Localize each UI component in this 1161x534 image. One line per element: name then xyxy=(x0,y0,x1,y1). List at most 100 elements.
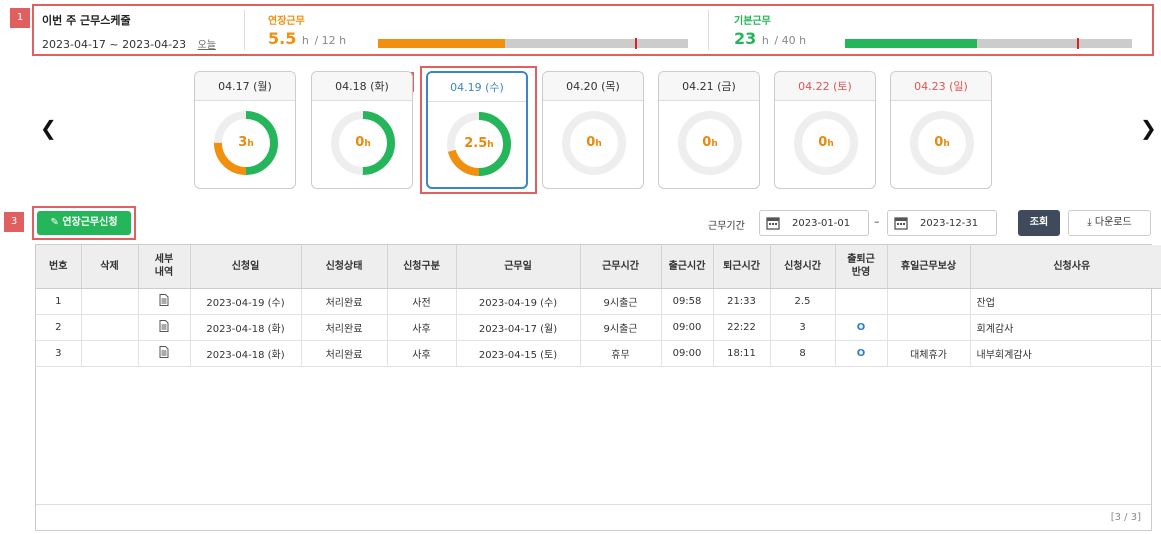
day-card-date: 04.23 (일) xyxy=(891,72,991,101)
table-cell: O xyxy=(835,314,888,341)
day-card[interactable]: 04.17 (월) 3h xyxy=(194,71,296,189)
next-week-arrow-icon[interactable]: ❯ xyxy=(1140,116,1157,140)
table-cell: 2023-04-18 (화) xyxy=(190,314,302,341)
summary-left: 이번 주 근무스케줄 2023-04-17 ~ 2023-04-23 오늘 xyxy=(42,12,242,51)
day-card-date: 04.21 (금) xyxy=(659,72,759,101)
column-header: 근무시간 xyxy=(580,245,662,289)
apply-button-label: 연장근무신청 xyxy=(62,217,118,228)
day-hours-label: 0h xyxy=(675,108,745,178)
table-row[interactable]: 3 2023-04-18 (화) 처리완료 사후 2023-04-15 (토) 휴무 09:… xyxy=(36,340,1161,367)
table-header-row: 번호 삭제 세부 내역 신청일 신청상태 신청구분 근무일 근무시간 출근시간 퇴근시간 신청시간 출퇴… xyxy=(36,245,1161,289)
table-cell: 회계감사 xyxy=(970,314,1161,341)
day-card[interactable]: 04.21 (금) 0h xyxy=(658,71,760,189)
day-hours-label: 0h xyxy=(907,108,977,178)
day-hours-value: 3 xyxy=(238,135,248,150)
basic-label: 기본근무 xyxy=(734,16,771,27)
column-header: 세부 내역 xyxy=(138,245,191,289)
day-hours-value: 0 xyxy=(355,135,365,150)
day-hours-unit: h xyxy=(711,139,718,149)
table-cell: 2023-04-18 (화) xyxy=(190,340,302,367)
basic-limit-marker xyxy=(1077,38,1080,49)
column-header: 근무일 xyxy=(456,245,581,289)
weekly-summary-panel: 이번 주 근무스케줄 2023-04-17 ~ 2023-04-23 오늘 연장… xyxy=(32,4,1154,56)
table-cell: 18:11 xyxy=(713,340,771,367)
table-cell: 09:58 xyxy=(661,288,714,315)
day-hours-label: 0h xyxy=(791,108,861,178)
day-card[interactable]: 04.23 (일) 0h xyxy=(890,71,992,189)
day-card[interactable]: 04.20 (목) 0h xyxy=(542,71,644,189)
today-link[interactable]: 오늘 xyxy=(198,40,216,51)
table-cell: 09:00 xyxy=(661,314,714,341)
table-row[interactable]: 2 2023-04-18 (화) 처리완료 사후 2023-04-17 (월) 9시출근 0… xyxy=(36,314,1161,341)
day-card-date: 04.22 (토) xyxy=(775,72,875,101)
download-button[interactable]: ⤓ 다운로드 xyxy=(1068,210,1151,236)
day-card-date: 04.18 (화) xyxy=(312,72,412,101)
table-cell: 처리완료 xyxy=(301,314,388,341)
day-hours-value: 0 xyxy=(586,135,596,150)
day-hours-label: 3h xyxy=(211,108,281,178)
table-cell: 2.5 xyxy=(770,288,836,315)
column-header: 휴일근무보상 xyxy=(887,245,971,289)
column-header: 번호 xyxy=(36,245,82,289)
table-cell: 2023-04-19 (수) xyxy=(456,288,581,315)
table-cell: 처리완료 xyxy=(301,340,388,367)
date-from-value: 2023-01-01 xyxy=(792,218,851,229)
basic-total: / 40 h xyxy=(774,34,807,47)
table-cell: O xyxy=(835,340,888,367)
detail-document-icon[interactable] xyxy=(138,288,191,315)
download-icon: ⤓ xyxy=(1087,217,1092,228)
table-body: 1 2023-04-19 (수) 처리완료 사전 2023-04-19 (수) 9시출근 0… xyxy=(36,288,1161,367)
table-cell: 사전 xyxy=(387,288,457,315)
column-header: 출퇴근 반영 xyxy=(835,245,888,289)
day-hours-unit: h xyxy=(247,139,254,149)
detail-document-icon[interactable] xyxy=(138,340,191,367)
day-card[interactable]: 04.22 (토) 0h xyxy=(774,71,876,189)
table-cell: 사후 xyxy=(387,340,457,367)
table-cell: 9시출근 xyxy=(580,288,662,315)
work-period-label: 근무기간 xyxy=(708,221,745,232)
search-button[interactable]: 조회 xyxy=(1018,210,1060,236)
pager-info: [3 / 3] xyxy=(1110,512,1141,523)
date-from-field[interactable]: 2023-01-01 xyxy=(759,210,869,236)
day-card[interactable]: 04.18 (화) 0h xyxy=(311,71,413,189)
basic-value: 23 h / 40 h xyxy=(734,29,806,48)
basic-progress-bar xyxy=(845,38,1132,49)
basic-progress-fill xyxy=(845,39,978,48)
table-cell xyxy=(887,314,971,341)
table-cell xyxy=(887,288,971,315)
column-header: 신청일 xyxy=(190,245,302,289)
summary-range: 2023-04-17 ~ 2023-04-23 오늘 xyxy=(42,36,216,51)
table-cell: 2023-04-17 (월) xyxy=(456,314,581,341)
day-hours-unit: h xyxy=(827,139,834,149)
day-hours-value: 0 xyxy=(702,135,712,150)
day-card-date: 04.20 (목) xyxy=(543,72,643,101)
table-cell: 2023-04-19 (수) xyxy=(190,288,302,315)
column-header: 삭제 xyxy=(81,245,139,289)
annotation-badge-1: 1 xyxy=(10,8,30,28)
summary-divider xyxy=(244,10,245,50)
calendar-icon xyxy=(894,217,908,230)
overtime-summary: 연장근무 5.5 h / 12 h xyxy=(268,12,346,48)
day-hours-value: 0 xyxy=(818,135,828,150)
column-header: 신청구분 xyxy=(387,245,457,289)
table-cell: 처리완료 xyxy=(301,288,388,315)
detail-document-icon[interactable] xyxy=(138,314,191,341)
overtime-request-table: 번호 삭제 세부 내역 신청일 신청상태 신청구분 근무일 근무시간 출근시간 퇴근시간 신청시간 출퇴… xyxy=(35,244,1161,531)
day-hours-unit: h xyxy=(364,139,371,149)
overtime-unit: h xyxy=(301,34,309,47)
overtime-apply-button[interactable]: ✎ 연장근무신청 xyxy=(37,211,131,235)
table-cell: 3 xyxy=(770,314,836,341)
date-to-field[interactable]: 2023-12-31 xyxy=(887,210,997,236)
table-row[interactable]: 1 2023-04-19 (수) 처리완료 사전 2023-04-19 (수) 9시출근 0… xyxy=(36,288,1161,315)
table-cell: 2023-04-15 (토) xyxy=(456,340,581,367)
day-hours-unit: h xyxy=(943,139,950,149)
column-header: 퇴근시간 xyxy=(713,245,771,289)
prev-week-arrow-icon[interactable]: ❮ xyxy=(40,116,57,140)
calendar-icon xyxy=(766,217,780,230)
overtime-value: 5.5 h / 12 h xyxy=(268,29,346,48)
table-cell: 2 xyxy=(36,314,82,341)
date-to-value: 2023-12-31 xyxy=(920,218,979,229)
overtime-progress-bar xyxy=(378,38,688,49)
table-cell xyxy=(81,314,139,341)
table-cell: 잔업 xyxy=(970,288,1161,315)
